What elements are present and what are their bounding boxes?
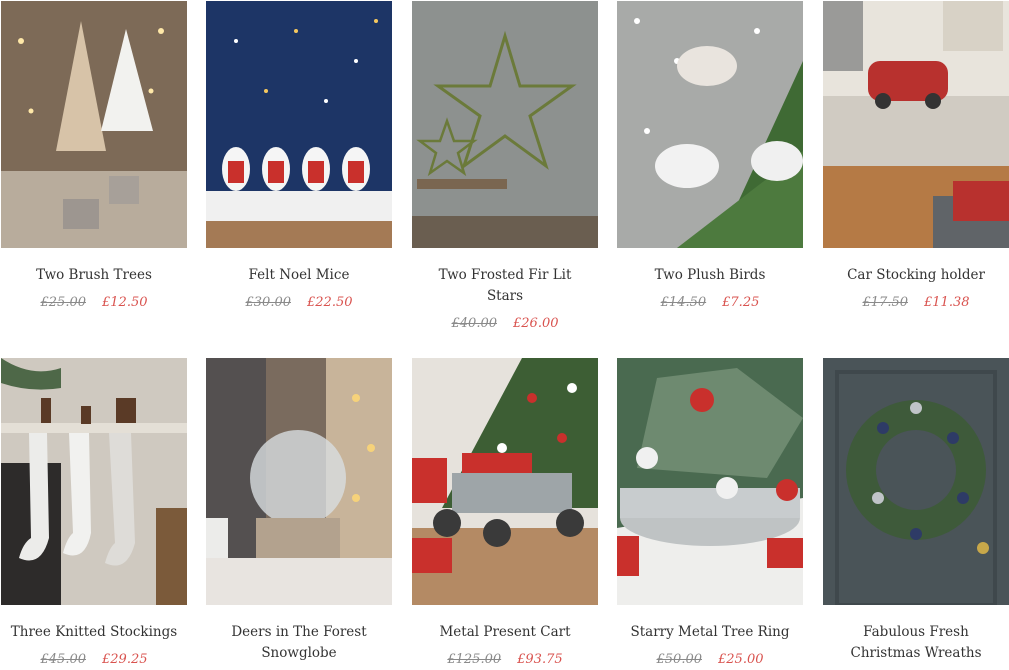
snowglobe-photo <box>206 358 392 605</box>
sale-price: £93.75 <box>517 652 563 667</box>
sale-price: £25.00 <box>718 652 764 667</box>
sale-price: £11.38 <box>924 295 970 310</box>
product-image-link[interactable] <box>823 1 1009 248</box>
sale-price: £26.00 <box>513 316 559 331</box>
product-title[interactable]: Metal Present Cart <box>406 622 604 643</box>
product-title[interactable]: Two Plush Birds <box>611 265 809 286</box>
product-title[interactable]: Fabulous Fresh Christmas Wreaths <box>845 622 987 664</box>
price-row: £25.00 £12.50 <box>1 295 187 310</box>
product-title[interactable]: Three Knitted Stockings <box>0 622 193 643</box>
product-title[interactable]: Deers in The Forest Snowglobe <box>228 622 370 664</box>
original-price: £25.00 <box>40 295 87 310</box>
original-price: £40.00 <box>451 316 498 331</box>
original-price: £45.00 <box>40 652 87 667</box>
tree-ring-photo <box>617 358 803 605</box>
product-image-link[interactable] <box>206 1 392 248</box>
original-price: £14.50 <box>660 295 707 310</box>
product-image-link[interactable] <box>206 358 392 605</box>
price-row: £125.00 £93.75 <box>412 652 598 667</box>
plush-birds-photo <box>617 1 803 248</box>
product-image-link[interactable] <box>1 1 187 248</box>
brush-trees-photo <box>1 1 187 248</box>
noel-mice-photo <box>206 1 392 248</box>
product-grid: Two Brush Trees £25.00 £12.50 Felt Noel M… <box>0 0 1009 670</box>
original-price: £17.50 <box>862 295 909 310</box>
price-row: £17.50 £11.38 <box>823 295 1009 310</box>
original-price: £50.00 <box>656 652 703 667</box>
product-image-link[interactable] <box>1 358 187 605</box>
car-stocking-holder-photo <box>823 1 1009 248</box>
product-image-link[interactable] <box>412 358 598 605</box>
price-row: £50.00 £25.00 <box>617 652 803 667</box>
present-cart-photo <box>412 358 598 605</box>
sale-price: £22.50 <box>307 295 353 310</box>
product-title[interactable]: Starry Metal Tree Ring <box>611 622 809 643</box>
lit-stars-photo <box>412 1 598 248</box>
product-title[interactable]: Two Brush Trees <box>0 265 193 286</box>
price-row: £40.00 £26.00 <box>412 316 598 331</box>
sale-price: £12.50 <box>102 295 148 310</box>
sale-price: £29.25 <box>102 652 148 667</box>
sale-price: £7.25 <box>722 295 760 310</box>
price-row: £14.50 £7.25 <box>617 295 803 310</box>
original-price: £125.00 <box>447 652 502 667</box>
product-title[interactable]: Felt Noel Mice <box>200 265 398 286</box>
product-image-link[interactable] <box>412 1 598 248</box>
product-image-link[interactable] <box>617 358 803 605</box>
wreath-photo <box>823 358 1009 605</box>
price-row: £45.00 £29.25 <box>1 652 187 667</box>
knitted-stockings-photo <box>1 358 187 605</box>
price-row: £30.00 £22.50 <box>206 295 392 310</box>
product-image-link[interactable] <box>823 358 1009 605</box>
product-title[interactable]: Car Stocking holder <box>817 265 1009 286</box>
product-image-link[interactable] <box>617 1 803 248</box>
product-title[interactable]: Two Frosted Fir Lit Stars <box>434 265 576 307</box>
original-price: £30.00 <box>245 295 292 310</box>
